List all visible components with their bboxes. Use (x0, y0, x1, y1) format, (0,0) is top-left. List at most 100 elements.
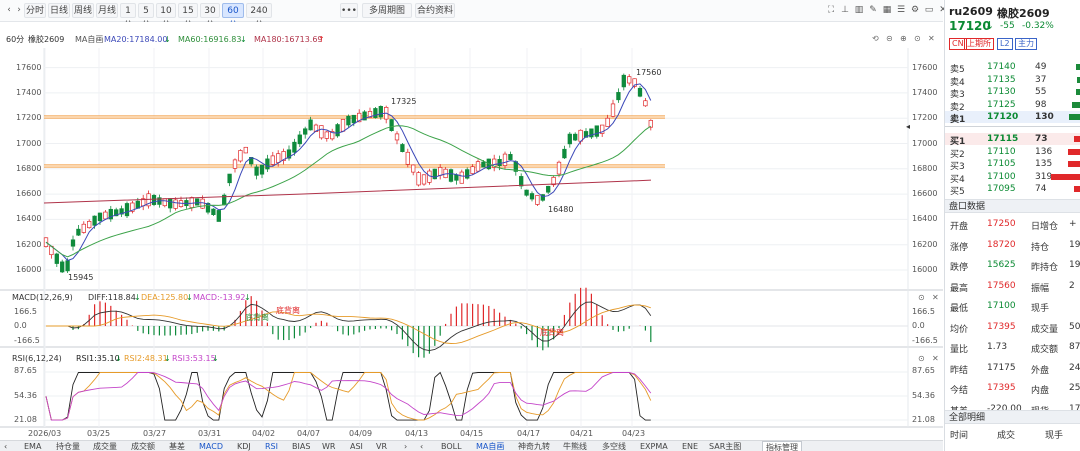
candle (627, 76, 632, 84)
indicator-tab-5[interactable]: MACD (199, 441, 223, 451)
rsi-panel-icon-1[interactable]: ✕ (932, 354, 939, 364)
candle (400, 144, 405, 152)
macd-diff-arrow: ↓ (134, 293, 141, 302)
stat-key2-2: 昨持仓 (1031, 263, 1059, 273)
candle (373, 108, 378, 118)
indicator-tab-17[interactable]: EXPMA (640, 441, 668, 451)
stat-key2-6: 成交额 (1031, 345, 1059, 355)
indicator-tab-8[interactable]: BIAS (292, 441, 310, 451)
ask-vol-1: 37 (1035, 74, 1047, 85)
candle (211, 208, 216, 215)
macd-panel-icon-1[interactable]: ✕ (932, 293, 939, 303)
indicator-tab-2[interactable]: 成交量 (93, 441, 117, 451)
main-chart-tool-icon-0[interactable]: ⟲ (872, 34, 879, 44)
candle (54, 253, 59, 264)
macd-ann-2: 底背离 (276, 306, 300, 315)
tag-2: L2 (997, 38, 1013, 50)
rsi-y-left-0: 87.65 (14, 366, 37, 375)
candle (259, 164, 265, 175)
indicator-tab-7[interactable]: RSI (265, 441, 278, 451)
x-tick-1: 03/25 (87, 429, 111, 438)
trade-header-1: 成交 (997, 431, 1016, 441)
candle (416, 172, 421, 186)
ask-label-2: 卖3 (950, 90, 965, 100)
stat-key2-3: 振幅 (1031, 283, 1050, 294)
stat-val1-8: 17395 (987, 383, 1016, 393)
stat-val2-5: 50 (1069, 321, 1080, 332)
indicator-tab-12[interactable]: BOLL (441, 441, 462, 451)
indicator-tab-6[interactable]: KDJ (237, 441, 251, 451)
tag-3: 主力 (1015, 38, 1037, 50)
stat-key1-3: 最高 (950, 283, 969, 294)
indicator-tab-16[interactable]: 多空线 (602, 441, 626, 451)
bottom-left-arrow-icon[interactable]: ‹ (4, 441, 14, 451)
stat-val2-7: 24 (1069, 362, 1080, 373)
main-chart-tool-icon-1[interactable]: ⊝ (886, 34, 893, 44)
bid-bar-2 (1068, 161, 1080, 167)
bid-bar-3 (1051, 173, 1080, 180)
macd-panel-icon-0[interactable]: ⊙ (918, 293, 925, 303)
candle (562, 148, 567, 159)
bid-price-4: 17095 (987, 184, 1016, 194)
x-tick-7: 04/13 (405, 429, 429, 438)
ask-vol-0: 49 (1035, 62, 1047, 72)
stat-val2-0: + (1069, 219, 1077, 229)
trade-header-0: 时间 (950, 431, 969, 441)
candle (470, 166, 475, 174)
trade-detail-section: 全部明细 (945, 410, 1080, 424)
candle (394, 133, 400, 141)
macd-y-right-0: 166.5 (912, 307, 935, 316)
candle (556, 161, 562, 175)
main-chart-tool-icon-3[interactable]: ⊙ (914, 34, 921, 44)
bid-vol-3: 319 (1035, 171, 1053, 182)
indicator-tab-13[interactable]: MA自画 (476, 441, 504, 451)
bid-label-1: 买2 (950, 149, 965, 160)
indicator-tab-20[interactable]: 指标管理 (762, 441, 802, 451)
x-tick-6: 04/09 (349, 429, 373, 438)
stat-val1-5: 17395 (987, 321, 1016, 332)
indicator-tab-1[interactable]: 持仓量 (56, 441, 80, 451)
main-chart-tool-icon-2[interactable]: ⊕ (900, 34, 907, 44)
stat-val1-1: 18720 (987, 239, 1016, 250)
price-pct: -0.32% (1022, 21, 1054, 31)
stat-val2-2: 19 (1069, 260, 1080, 270)
ask-label-0: 卖5 (950, 65, 965, 75)
indicator-tab-19[interactable]: SAR主图 (709, 441, 741, 451)
rsi-panel-icon-0[interactable]: ⊙ (918, 354, 925, 364)
period-label: 60分 (6, 35, 25, 44)
stat-val1-0: 17250 (987, 219, 1016, 229)
stat-val2-8: 25 (1069, 383, 1080, 393)
macd-y-right-2: -166.5 (912, 336, 938, 345)
quote-panel: ru2609 橡胶2609 17120 ↓ -55 -0.32% CN 上期所 L2 主力 卖5 17… (944, 0, 1080, 451)
candle (43, 237, 49, 247)
candle (324, 131, 329, 139)
x-tick-11: 04/23 (622, 429, 646, 438)
candle (578, 129, 583, 142)
indicator-tab-4[interactable]: 基差 (169, 441, 185, 451)
bottom-right-arrow-icon[interactable]: › (404, 441, 414, 451)
candle (637, 87, 643, 97)
stat-val1-7: 17175 (987, 362, 1016, 373)
indicator-tab-3[interactable]: 成交额 (131, 441, 155, 451)
stat-key2-4: 现手 (1031, 304, 1050, 314)
x-tick-3: 03/31 (198, 429, 222, 438)
candle (448, 169, 454, 182)
indicator-tab-9[interactable]: WR (322, 441, 335, 451)
stat-val1-2: 15625 (987, 260, 1016, 270)
indicator-tab-14[interactable]: 神奇九转 (518, 441, 550, 451)
indicator-tab-15[interactable]: 牛熊线 (563, 441, 587, 451)
indicator-tab-0[interactable]: EMA (24, 441, 41, 451)
candle (308, 119, 313, 131)
candle (76, 228, 81, 236)
candle (270, 155, 275, 165)
bottom-mid-arrow-icon[interactable]: ‹ (420, 441, 430, 451)
candle (524, 189, 529, 196)
bid-vol-0: 73 (1035, 134, 1048, 144)
ma20-label: MA20:17184.00 (104, 35, 168, 44)
indicator-tab-10[interactable]: ASI (350, 441, 363, 451)
main-chart-tool-icon-4[interactable]: ✕ (928, 34, 935, 44)
indicator-tab-18[interactable]: ENE (682, 441, 698, 451)
indicator-tab-11[interactable]: VR (376, 441, 387, 451)
candle (265, 158, 270, 170)
kline-chart-area[interactable] (0, 0, 943, 440)
